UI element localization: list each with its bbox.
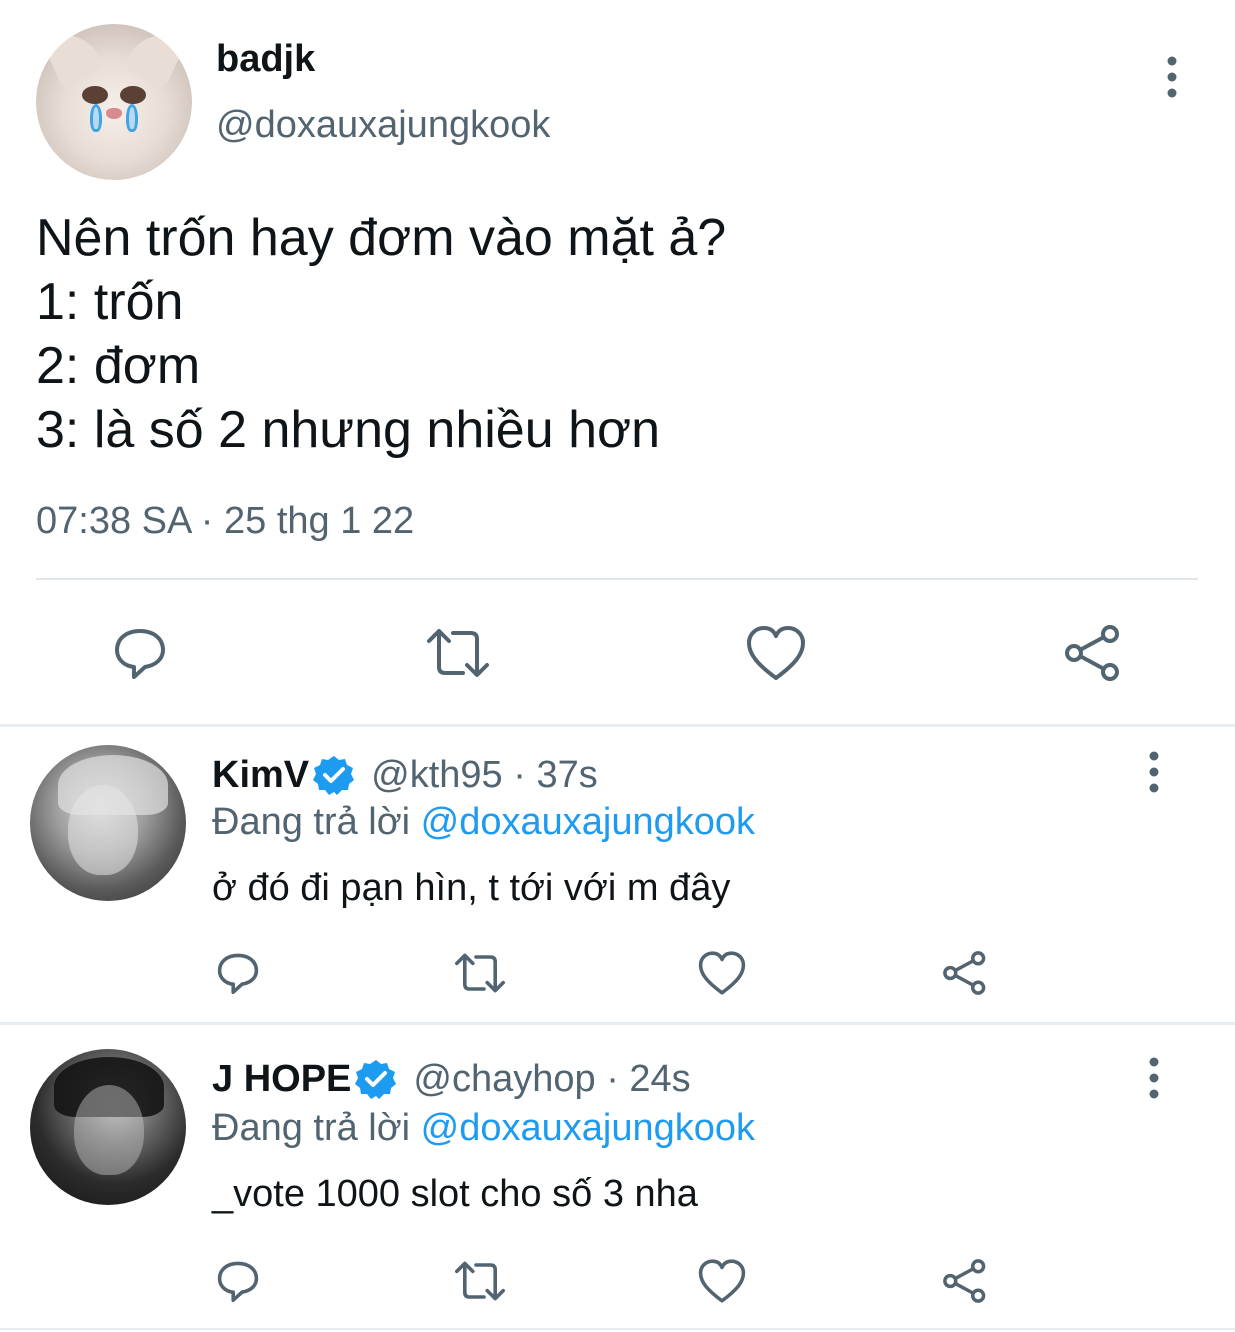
avatar[interactable] [30,1049,186,1205]
retweet-icon[interactable] [425,620,491,686]
reply-header: J HOPE @chayhop · 24s [212,1055,691,1103]
share-icon[interactable] [937,1253,993,1309]
tweet-timestamp[interactable]: 07:38 SA · 25 thg 1 22 [36,500,414,543]
main-tweet: badjk @doxauxajungkook Nên trốn hay đơm … [0,0,1235,725]
reply-tweet[interactable]: J HOPE @chayhop · 24s Đang trả lời @doxa… [0,1025,1235,1325]
author-handle[interactable]: @doxauxajungkook [216,104,550,147]
avatar[interactable] [30,745,186,901]
reply-text: ở đó đi pạn hìn, t tới với m đây [212,867,731,909]
reply-actions [0,1253,1235,1309]
replying-to-prefix: Đang trả lời [212,1107,421,1149]
divider [36,578,1198,580]
divider [0,1328,1235,1330]
tweet-actions [0,620,1235,690]
tweet-text-line: 2: đơm [36,337,201,395]
author-name[interactable]: J HOPE [212,1058,351,1101]
reply-header: KimV @kth95 · 37s [212,751,598,799]
like-icon[interactable] [694,945,750,1001]
more-options-icon[interactable] [1134,1053,1174,1103]
tweet-text-line: 3: là số 2 nhưng nhiều hơn [36,401,661,459]
like-icon[interactable] [743,620,809,686]
replying-to: Đang trả lời @doxauxajungkook [212,801,755,844]
share-icon[interactable] [937,945,993,1001]
reply-icon[interactable] [107,620,173,686]
reply-actions [0,945,1235,1001]
more-options-icon[interactable] [1152,52,1192,102]
reply-icon[interactable] [210,945,266,1001]
mention-link[interactable]: @doxauxajungkook [421,1107,755,1149]
reply-tweet[interactable]: KimV @kth95 · 37s Đang trả lời @doxauxaj… [0,727,1235,1023]
replying-to-prefix: Đang trả lời [212,801,421,843]
author-handle-time[interactable]: @kth95 · 37s [371,754,598,797]
reply-text: _vote 1000 slot cho số 3 nha [212,1173,698,1215]
avatar[interactable] [36,24,192,180]
replying-to: Đang trả lời @doxauxajungkook [212,1107,755,1150]
like-icon[interactable] [694,1253,750,1309]
verified-badge-icon [313,754,355,796]
verified-badge-icon [355,1058,397,1100]
more-options-icon[interactable] [1134,747,1174,797]
author-handle-time[interactable]: @chayhop · 24s [413,1058,690,1101]
author-name[interactable]: badjk [216,38,315,81]
retweet-icon[interactable] [452,1253,508,1309]
share-icon[interactable] [1060,620,1126,686]
retweet-icon[interactable] [452,945,508,1001]
author-name[interactable]: KimV [212,754,309,797]
reply-icon[interactable] [210,1253,266,1309]
tweet-text-line: Nên trốn hay đơm vào mặt ả? [36,209,727,267]
tweet-text-line: 1: trốn [36,273,184,331]
mention-link[interactable]: @doxauxajungkook [421,801,755,843]
tweet-text: Nên trốn hay đơm vào mặt ả? 1: trốn 2: đ… [36,206,1196,462]
